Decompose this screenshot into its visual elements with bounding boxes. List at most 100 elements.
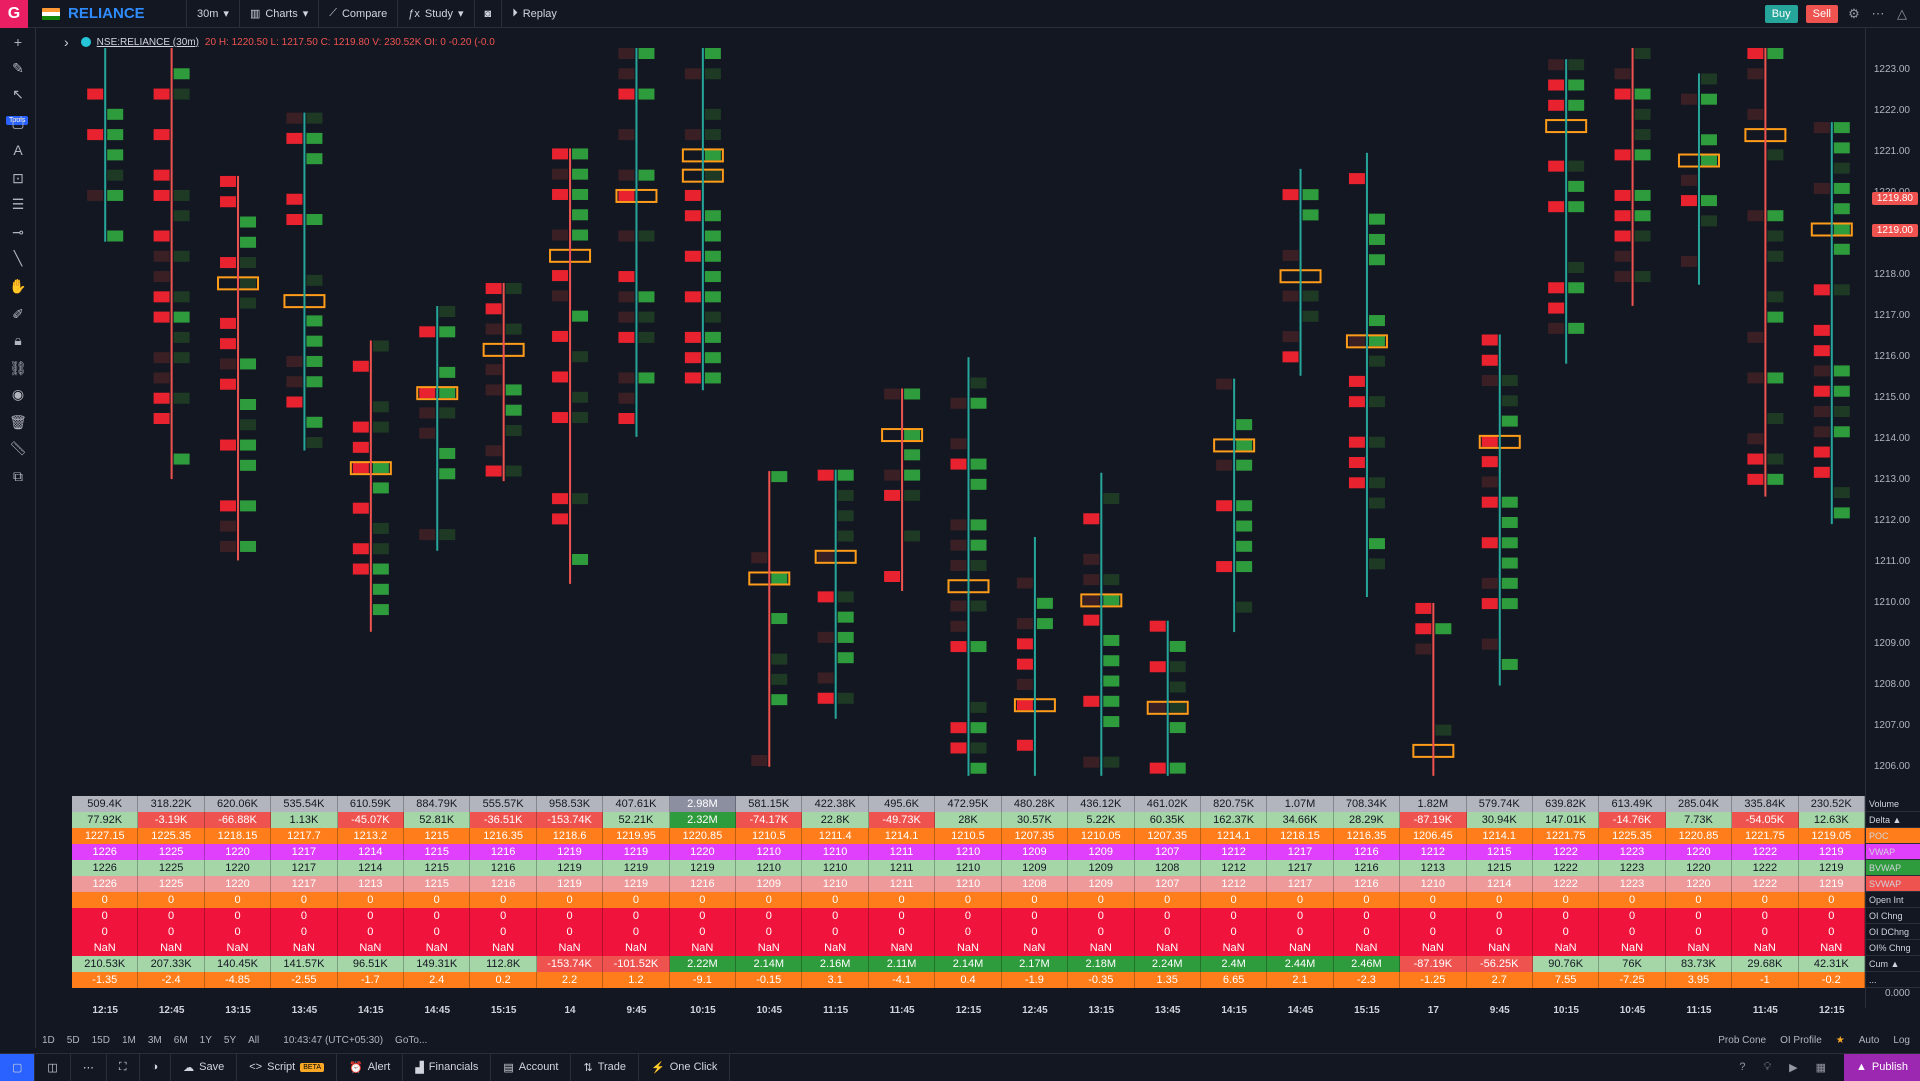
publish-button[interactable]: ▲ Publish	[1844, 1053, 1920, 1081]
gear-icon[interactable]: ⚙	[1846, 6, 1862, 22]
text-icon[interactable]: A	[8, 140, 28, 160]
magnet-icon[interactable]: ⧉	[8, 466, 28, 486]
fib-icon[interactable]: ☰	[8, 194, 28, 214]
link-icon[interactable]: ⛓	[8, 358, 28, 378]
ask-cell	[572, 553, 589, 565]
bid-cell	[1083, 553, 1100, 565]
auto-scale-toggle[interactable]: Auto	[1859, 1035, 1880, 1046]
trend-line-icon[interactable]: ╲	[8, 248, 28, 268]
brush-icon[interactable]: ✎	[8, 58, 28, 78]
pencil-icon[interactable]: ✐	[8, 304, 28, 324]
legend-symbol[interactable]: NSE:RELIANCE (30m)	[97, 37, 199, 48]
goto-button[interactable]: GoTo...	[389, 1035, 433, 1046]
table-cell: 1207.35	[1001, 828, 1069, 844]
bid-cell	[153, 230, 170, 242]
trade-button[interactable]: ⇅ Trade	[571, 1053, 640, 1081]
range-1d[interactable]: 1D	[36, 1035, 61, 1046]
table-cell: 149.31K	[404, 956, 471, 972]
ask-cell	[1634, 129, 1651, 141]
ask-cell	[1767, 230, 1784, 242]
range-5d[interactable]: 5D	[61, 1035, 86, 1046]
ask-cell	[1568, 160, 1585, 172]
range-1y[interactable]: 1Y	[194, 1035, 218, 1046]
snapshot-button[interactable]: ◙	[473, 0, 502, 28]
study-button[interactable]: ƒx Study ▾	[397, 0, 473, 28]
save-button[interactable]: ☁ Save	[171, 1053, 238, 1081]
alert-triangle-icon[interactable]: △	[1894, 6, 1910, 22]
horizontal-line-icon[interactable]: ⊸	[8, 222, 28, 242]
symbol-name[interactable]: RELIANCE	[68, 5, 186, 22]
time-label: 14	[564, 1005, 576, 1016]
crosshair-icon[interactable]: +	[8, 32, 28, 52]
ask-cell	[1502, 456, 1518, 467]
palette-icon[interactable]: ◑	[140, 1053, 172, 1081]
sell-button[interactable]: Sell	[1805, 4, 1838, 23]
footprint-candle	[153, 48, 190, 480]
chevron-right-icon[interactable]: ›	[64, 34, 69, 50]
financials-button[interactable]: ▟ Financials	[403, 1053, 492, 1081]
charts-button[interactable]: ▥ Charts ▾	[238, 0, 318, 28]
range-1m[interactable]: 1M	[116, 1035, 142, 1046]
bid-cell	[153, 250, 170, 262]
help-icon[interactable]: ?	[1739, 1061, 1745, 1074]
range-5y[interactable]: 5Y	[218, 1035, 242, 1046]
table-cell: 1210	[736, 860, 803, 876]
trash-icon[interactable]: 🗑︎	[8, 412, 28, 432]
table-cell: 1211	[868, 844, 936, 860]
layout-single-icon[interactable]: ▢	[0, 1053, 36, 1081]
range-15d[interactable]: 15D	[86, 1035, 116, 1046]
app-logo[interactable]: G	[0, 0, 28, 28]
ask-cell	[1634, 210, 1651, 222]
range-3m[interactable]: 3M	[142, 1035, 168, 1046]
replay-button[interactable]: ⏵ Replay	[501, 0, 567, 28]
time-axis[interactable]: 12:15 12:45 13:15 13:45 14:15 14:45 15:15 14 9:4…	[72, 1005, 1865, 1021]
ask-cell	[970, 600, 987, 612]
bulb-icon[interactable]: 💡︎	[1763, 1061, 1771, 1074]
hand-icon[interactable]: ✋	[8, 276, 28, 296]
lock-icon[interactable]: 🔒︎	[8, 330, 28, 350]
bid-cell	[1017, 598, 1033, 609]
notes-icon[interactable]: ▦	[1816, 1061, 1826, 1074]
ask-cell	[904, 409, 920, 420]
table-cell: 1226	[72, 860, 139, 876]
more-icon[interactable]: ⋯	[1870, 6, 1886, 22]
star-icon[interactable]: ★	[1836, 1035, 1845, 1046]
ask-cell	[1833, 507, 1850, 519]
bid-cell	[1150, 682, 1166, 693]
bid-cell	[818, 612, 834, 623]
bid-cell	[684, 129, 701, 141]
alert-button[interactable]: ⏰ Alert	[337, 1053, 404, 1081]
account-button[interactable]: ▤ Account	[491, 1053, 572, 1081]
range-6m[interactable]: 6M	[168, 1035, 194, 1046]
prob-cone-toggle[interactable]: Prob Cone	[1718, 1035, 1766, 1046]
fullscreen-icon[interactable]: ⛶	[107, 1053, 140, 1081]
ask-cell	[1635, 170, 1651, 181]
bid-cell	[87, 170, 103, 181]
oi-profile-toggle[interactable]: OI Profile	[1780, 1035, 1822, 1046]
video-icon[interactable]: ▶	[1789, 1061, 1797, 1074]
measure-icon[interactable]: ⊡	[8, 168, 28, 188]
rectangle-icon[interactable]: ▢	[8, 112, 28, 132]
ask-cell	[1767, 210, 1784, 222]
eye-icon[interactable]: ◉	[8, 384, 28, 404]
range-all[interactable]: All	[242, 1035, 265, 1046]
buy-button[interactable]: Buy	[1764, 4, 1798, 23]
interval-dropdown[interactable]: 30m ▾	[186, 0, 239, 28]
footprint-chart[interactable]	[36, 28, 1866, 798]
cursor-icon[interactable]: ↖	[8, 84, 28, 104]
table-cell: 1217	[271, 860, 338, 876]
more-icon[interactable]: ⋯	[71, 1053, 107, 1081]
ask-cell	[1103, 615, 1119, 626]
one-click-button[interactable]: ⚡ One Click	[639, 1053, 731, 1081]
script-button[interactable]: <> Script BETA	[237, 1053, 337, 1081]
ruler-icon[interactable]: 📏︎	[8, 438, 28, 458]
table-cell: 0	[1532, 908, 1600, 924]
table-cell: 509.4K	[72, 796, 139, 812]
compare-button[interactable]: ⟋ Compare	[318, 0, 397, 28]
ask-cell	[1501, 557, 1518, 569]
layout-split-icon[interactable]: ◫	[35, 1053, 71, 1081]
log-scale-toggle[interactable]: Log	[1893, 1035, 1910, 1046]
ask-cell	[1502, 436, 1518, 447]
bid-cell	[1349, 295, 1365, 306]
bid-cell	[951, 479, 967, 490]
